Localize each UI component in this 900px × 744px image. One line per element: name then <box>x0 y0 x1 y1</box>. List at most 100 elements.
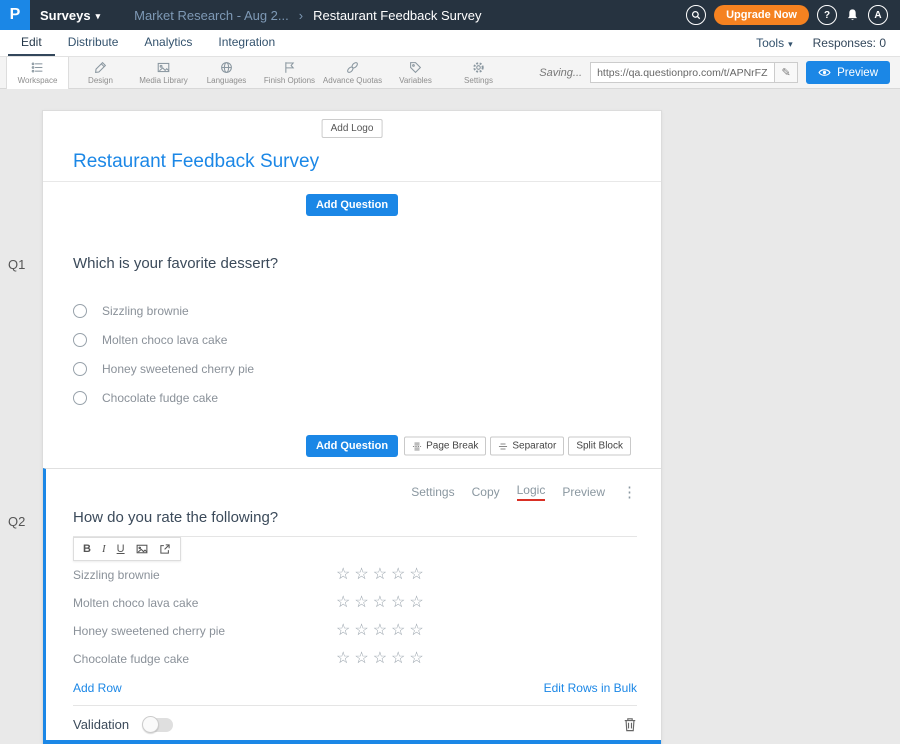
q1-option-3[interactable]: Honey sweetened cherry pie <box>73 354 631 383</box>
pencil-icon: ✎ <box>781 66 790 79</box>
add-row-link[interactable]: Add Row <box>73 681 122 695</box>
rating-row-2: Molten choco lava cake ☆☆☆☆☆ <box>73 589 637 617</box>
question-2-block[interactable]: Settings Copy Logic Preview ⋮ How do you… <box>43 468 661 744</box>
saving-status: Saving... <box>539 67 582 79</box>
page-break-button[interactable]: Page Break <box>404 437 486 456</box>
add-logo-button[interactable]: Add Logo <box>322 119 383 138</box>
external-link-icon[interactable] <box>159 543 171 555</box>
add-question-button[interactable]: Add Question <box>306 194 398 216</box>
toggle-knob[interactable] <box>142 716 159 733</box>
radio-icon[interactable] <box>73 391 87 405</box>
tab-distribute[interactable]: Distribute <box>55 30 132 56</box>
toolbar-item-design[interactable]: Design <box>69 57 132 88</box>
delete-question-button[interactable] <box>623 717 637 732</box>
search-icon <box>691 10 701 20</box>
edit-url-button[interactable]: ✎ <box>775 62 798 83</box>
add-question-button[interactable]: Add Question <box>306 435 398 457</box>
breadcrumb-separator-icon: › <box>299 8 303 23</box>
split-block-label: Split Block <box>576 441 623 452</box>
toolbar-item-label: Design <box>88 76 113 85</box>
questionpro-logo[interactable]: P <box>0 0 30 30</box>
split-block-button[interactable]: Split Block <box>568 437 631 456</box>
survey-title[interactable]: Restaurant Feedback Survey <box>73 151 319 173</box>
toolbar-item-advance-quotas[interactable]: Advance Quotas <box>321 57 384 88</box>
validation-toggle[interactable] <box>143 718 173 732</box>
block-actions: Page Break Separator Split Block <box>404 437 631 456</box>
more-options-icon[interactable]: ⋮ <box>622 485 637 500</box>
toolbar-item-label: Advance Quotas <box>323 76 382 85</box>
media-library-icon <box>157 61 170 74</box>
tab-analytics[interactable]: Analytics <box>131 30 205 56</box>
toolbar-item-languages[interactable]: Languages <box>195 57 258 88</box>
radio-icon[interactable] <box>73 304 87 318</box>
toolbar-item-label: Workspace <box>18 76 58 85</box>
tab-integration[interactable]: Integration <box>205 30 288 56</box>
separator-button[interactable]: Separator <box>490 437 564 456</box>
star-rating-icons[interactable]: ☆☆☆☆☆ <box>336 623 428 639</box>
separator-label: Separator <box>512 441 556 452</box>
underline-button[interactable]: U <box>117 544 125 555</box>
preview-button[interactable]: Preview <box>806 61 890 84</box>
top-bar: P Surveys ▾ Market Research - Aug 2... ›… <box>0 0 900 30</box>
toolbar-item-finish-options[interactable]: Finish Options <box>258 57 321 88</box>
question-copy-link[interactable]: Copy <box>472 485 500 499</box>
question-preview-link[interactable]: Preview <box>562 485 605 499</box>
notifications-button[interactable] <box>845 8 860 23</box>
question-1-text[interactable]: Which is your favorite dessert? <box>73 255 631 272</box>
rating-row-1: Sizzling brownie ☆☆☆☆☆ <box>73 561 637 589</box>
edit-rows-in-bulk-link[interactable]: Edit Rows in Bulk <box>544 681 637 695</box>
breadcrumb-parent[interactable]: Market Research - Aug 2... <box>134 8 289 23</box>
upgrade-now-button[interactable]: Upgrade Now <box>714 5 809 25</box>
q1-option-4-label: Chocolate fudge cake <box>102 391 218 405</box>
q1-option-1[interactable]: Sizzling brownie <box>73 296 631 325</box>
survey-header-section: Add Logo Restaurant Feedback Survey <box>43 111 661 182</box>
question-1-block[interactable]: Which is your favorite dessert? Sizzling… <box>43 227 661 412</box>
validation-section: Validation <box>73 705 637 732</box>
q1-option-1-label: Sizzling brownie <box>102 304 189 318</box>
design-icon <box>94 61 107 74</box>
insert-image-icon[interactable] <box>136 543 148 555</box>
q1-option-4[interactable]: Chocolate fudge cake <box>73 383 631 412</box>
search-button[interactable] <box>686 5 706 25</box>
q1-option-2[interactable]: Molten choco lava cake <box>73 325 631 354</box>
editor-canvas: Q1 Q2 Add Logo Restaurant Feedback Surve… <box>0 89 900 744</box>
settings-icon <box>472 61 485 74</box>
star-rating-icons[interactable]: ☆☆☆☆☆ <box>336 567 428 583</box>
help-button[interactable]: ? <box>817 5 837 25</box>
editor-toolbar: Workspace Design Media Library Languages… <box>0 57 900 89</box>
tab-edit[interactable]: Edit <box>8 30 55 56</box>
responses-count[interactable]: Responses: 0 <box>813 36 886 50</box>
survey-url-input[interactable] <box>590 62 775 83</box>
finish-options-icon <box>283 61 296 74</box>
tools-menu[interactable]: Tools ▾ <box>756 36 793 50</box>
preview-label: Preview <box>837 67 878 79</box>
toolbar-item-settings[interactable]: Settings <box>447 57 510 88</box>
trash-icon <box>623 717 637 732</box>
avatar[interactable]: A <box>868 5 888 25</box>
advance-quotas-icon <box>346 61 359 74</box>
radio-icon[interactable] <box>73 333 87 347</box>
surveys-label: Surveys <box>40 8 91 23</box>
toolbar-item-workspace[interactable]: Workspace <box>6 57 69 89</box>
main-tab-bar: Edit Distribute Analytics Integration To… <box>0 30 900 57</box>
question-2-text[interactable]: How do you rate the following? <box>73 509 278 526</box>
toolbar-item-variables[interactable]: Variables <box>384 57 447 88</box>
star-rating-icons[interactable]: ☆☆☆☆☆ <box>336 595 428 611</box>
page-break-icon <box>412 441 422 451</box>
radio-icon[interactable] <box>73 362 87 376</box>
survey-card: Add Logo Restaurant Feedback Survey Add … <box>42 110 662 744</box>
surveys-menu[interactable]: Surveys ▾ <box>40 8 100 23</box>
star-rating-icons[interactable]: ☆☆☆☆☆ <box>336 651 428 667</box>
question-logic-link[interactable]: Logic <box>517 483 546 501</box>
add-question-row-top: Add Question <box>43 182 661 227</box>
toolbar-item-media-library[interactable]: Media Library <box>132 57 195 88</box>
topbar-actions: Upgrade Now ? A <box>686 5 900 25</box>
validation-label: Validation <box>73 717 129 732</box>
question-settings-link[interactable]: Settings <box>411 485 454 499</box>
question-number-q1: Q1 <box>8 257 25 272</box>
toolbar-right: Saving... ✎ Preview <box>539 57 900 88</box>
variables-icon <box>409 61 422 74</box>
bold-button[interactable]: B <box>83 544 91 555</box>
q1-option-2-label: Molten choco lava cake <box>102 333 227 347</box>
italic-button[interactable]: I <box>102 544 106 555</box>
